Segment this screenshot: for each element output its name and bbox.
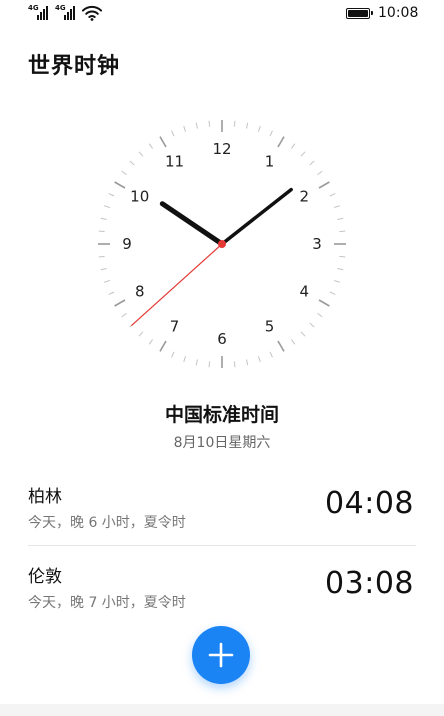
minute-tick [208, 120, 211, 127]
minute-tick [300, 151, 306, 157]
clock-number: 4 [299, 283, 309, 301]
hour-hand [159, 201, 225, 247]
clock-center-dot [218, 240, 226, 248]
minute-tick [269, 130, 273, 137]
minute-tick [171, 351, 175, 358]
minute-tick [121, 170, 127, 176]
minute-tick [337, 217, 344, 220]
clock-number: 5 [265, 317, 275, 335]
clock-number: 10 [130, 188, 149, 206]
minute-tick [269, 351, 273, 358]
network-type-label: 4G [28, 4, 39, 12]
minute-tick [329, 193, 336, 197]
hour-tick [277, 340, 285, 352]
minute-tick [138, 151, 144, 157]
minute-tick [98, 230, 105, 233]
minute-tick [337, 268, 344, 271]
minute-tick [339, 255, 346, 258]
minute-tick [103, 279, 110, 283]
city-time: 03:08 [325, 566, 414, 601]
minute-tick [309, 160, 315, 166]
signal-icon: 4G [55, 4, 77, 20]
minute-tick [183, 356, 187, 363]
local-timezone-name: 中国标准时间 [164, 404, 279, 426]
minute-tick [98, 255, 105, 258]
page-title: 世界时钟 [28, 54, 121, 79]
clock-number: 11 [165, 153, 184, 171]
wifi-icon [82, 5, 102, 21]
bottom-nav-edge [0, 704, 444, 716]
minute-tick [195, 122, 198, 129]
hour-tick [114, 299, 126, 307]
minute-tick [171, 130, 175, 137]
clock-number: 2 [299, 188, 309, 206]
analog-clock: 12 1 2 3 4 5 6 7 8 9 10 11 [96, 118, 348, 370]
minute-tick [108, 193, 115, 197]
minute-tick [148, 143, 154, 149]
minute-tick [121, 312, 127, 318]
city-offset-desc: 今天，晚 6 小时，夏令时 [28, 515, 186, 531]
minute-tick [148, 339, 154, 345]
city-name: 伦敦 [28, 567, 62, 587]
minute-hand [220, 187, 293, 246]
city-row-london[interactable]: 伦敦 今天，晚 7 小时，夏令时 03:08 [28, 546, 416, 624]
clock-number: 6 [217, 330, 227, 348]
minute-tick [108, 291, 115, 295]
minute-tick [334, 279, 341, 283]
hour-tick [114, 181, 126, 189]
minute-tick [246, 122, 249, 129]
clock-number: 1 [265, 153, 275, 171]
city-offset-desc: 今天，晚 7 小时，夏令时 [28, 595, 186, 611]
minute-tick [246, 359, 249, 366]
status-time: 10:08 [378, 5, 419, 21]
minute-tick [208, 361, 211, 368]
minute-tick [334, 205, 341, 209]
network-type-label: 4G [55, 4, 66, 12]
clock-number: 9 [122, 235, 132, 253]
clock-number: 3 [312, 235, 322, 253]
minute-tick [317, 312, 323, 318]
minute-tick [100, 268, 107, 271]
battery-icon [346, 8, 373, 19]
minute-tick [257, 125, 261, 132]
minute-tick [290, 143, 296, 149]
clock-number: 8 [135, 283, 145, 301]
minute-tick [129, 160, 135, 166]
second-hand [130, 243, 223, 327]
city-name: 柏林 [28, 487, 62, 507]
minute-tick [195, 359, 198, 366]
minute-tick [339, 230, 346, 233]
clock-number: 7 [170, 317, 180, 335]
minute-tick [329, 291, 336, 295]
minute-tick [138, 331, 144, 337]
minute-tick [290, 339, 296, 345]
signal-icon: 4G [28, 4, 50, 20]
minute-tick [317, 170, 323, 176]
minute-tick [103, 205, 110, 209]
city-time: 04:08 [325, 486, 414, 521]
hour-tick [318, 181, 330, 189]
local-date: 8月10日星期六 [173, 435, 271, 451]
hour-tick [159, 136, 167, 148]
clock-number: 12 [212, 140, 231, 158]
minute-tick [100, 217, 107, 220]
hour-tick [159, 340, 167, 352]
hour-tick [277, 136, 285, 148]
add-city-button[interactable] [192, 626, 250, 684]
status-bar: 4G 4G 10:08 [0, 0, 444, 28]
minute-tick [309, 322, 315, 328]
city-row-berlin[interactable]: 柏林 今天，晚 6 小时，夏令时 04:08 [28, 466, 416, 544]
minute-tick [300, 331, 306, 337]
minute-tick [183, 125, 187, 132]
plus-icon [208, 642, 234, 668]
minute-tick [233, 361, 236, 368]
minute-tick [257, 356, 261, 363]
clock-face: 121234567891011 [98, 120, 346, 368]
minute-tick [233, 120, 236, 127]
hour-tick [318, 299, 330, 307]
